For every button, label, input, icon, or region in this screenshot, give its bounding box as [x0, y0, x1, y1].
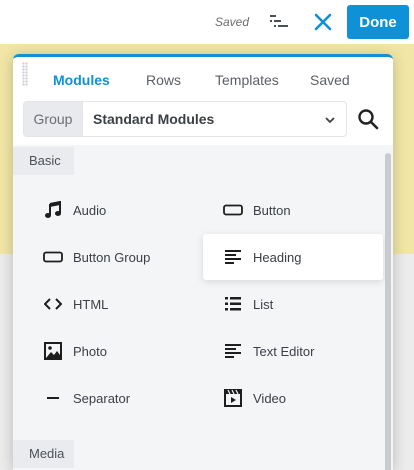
button-group-icon — [43, 247, 63, 267]
tab-saved[interactable]: Saved — [310, 67, 350, 93]
photo-icon — [43, 341, 63, 361]
scrollbar-thumb[interactable] — [385, 153, 391, 470]
module-list[interactable]: List — [203, 281, 383, 327]
module-video[interactable]: Video — [203, 375, 383, 421]
close-icon — [314, 13, 332, 31]
heading-icon — [223, 247, 243, 267]
outline-button[interactable] — [264, 10, 294, 34]
module-button[interactable]: Button — [203, 187, 383, 233]
module-label: Photo — [73, 343, 107, 359]
section-header-media[interactable]: Media — [13, 440, 388, 468]
separator-icon — [43, 388, 63, 408]
save-status: Saved — [215, 15, 250, 29]
section-title: Media — [13, 440, 73, 468]
list-icon — [223, 294, 243, 314]
chevron-down-icon — [324, 114, 336, 126]
outline-list-icon — [268, 13, 290, 31]
panel-header: Modules Rows Templates Saved Group Stand… — [13, 57, 393, 145]
module-audio[interactable]: Audio — [23, 187, 203, 233]
module-label: Heading — [253, 249, 302, 265]
builder-topbar: Saved Done — [0, 0, 414, 44]
music-note-icon — [43, 200, 63, 220]
module-label: Button — [253, 202, 291, 218]
section-header-basic[interactable]: Basic — [13, 147, 388, 175]
module-heading[interactable]: Heading — [203, 234, 383, 280]
group-select-value: Standard Modules — [93, 111, 215, 127]
group-label: Group — [24, 102, 83, 136]
module-list: Basic Audio Button Button Group Heading … — [13, 147, 393, 470]
section-title: Basic — [13, 147, 73, 175]
module-label: List — [253, 296, 274, 312]
module-label: Text Editor — [253, 343, 315, 359]
module-separator[interactable]: Separator — [23, 375, 203, 421]
search-button[interactable] — [356, 107, 380, 131]
tab-templates[interactable]: Templates — [215, 67, 279, 93]
scrollbar[interactable] — [385, 147, 391, 470]
content-panel: Modules Rows Templates Saved Group Stand… — [13, 54, 393, 470]
group-filter: Group Standard Modules — [23, 101, 347, 137]
module-label: Video — [253, 390, 287, 406]
close-button[interactable] — [309, 8, 337, 36]
module-text-editor[interactable]: Text Editor — [203, 328, 383, 374]
module-label: Audio — [73, 202, 107, 218]
done-button[interactable]: Done — [347, 5, 409, 39]
button-icon — [223, 200, 243, 220]
group-select[interactable]: Standard Modules — [83, 102, 346, 136]
video-icon — [223, 388, 243, 408]
module-label: Button Group — [73, 249, 151, 265]
module-photo[interactable]: Photo — [23, 328, 203, 374]
search-icon — [357, 108, 379, 130]
text-editor-icon — [223, 341, 243, 361]
module-label: HTML — [73, 296, 109, 312]
panel-tabs: Modules Rows Templates Saved — [13, 67, 393, 93]
tab-rows[interactable]: Rows — [146, 67, 181, 93]
module-button-group[interactable]: Button Group — [23, 234, 203, 280]
code-icon — [43, 294, 63, 314]
module-label: Separator — [73, 390, 131, 406]
tab-modules[interactable]: Modules — [53, 67, 110, 93]
module-html[interactable]: HTML — [23, 281, 203, 327]
